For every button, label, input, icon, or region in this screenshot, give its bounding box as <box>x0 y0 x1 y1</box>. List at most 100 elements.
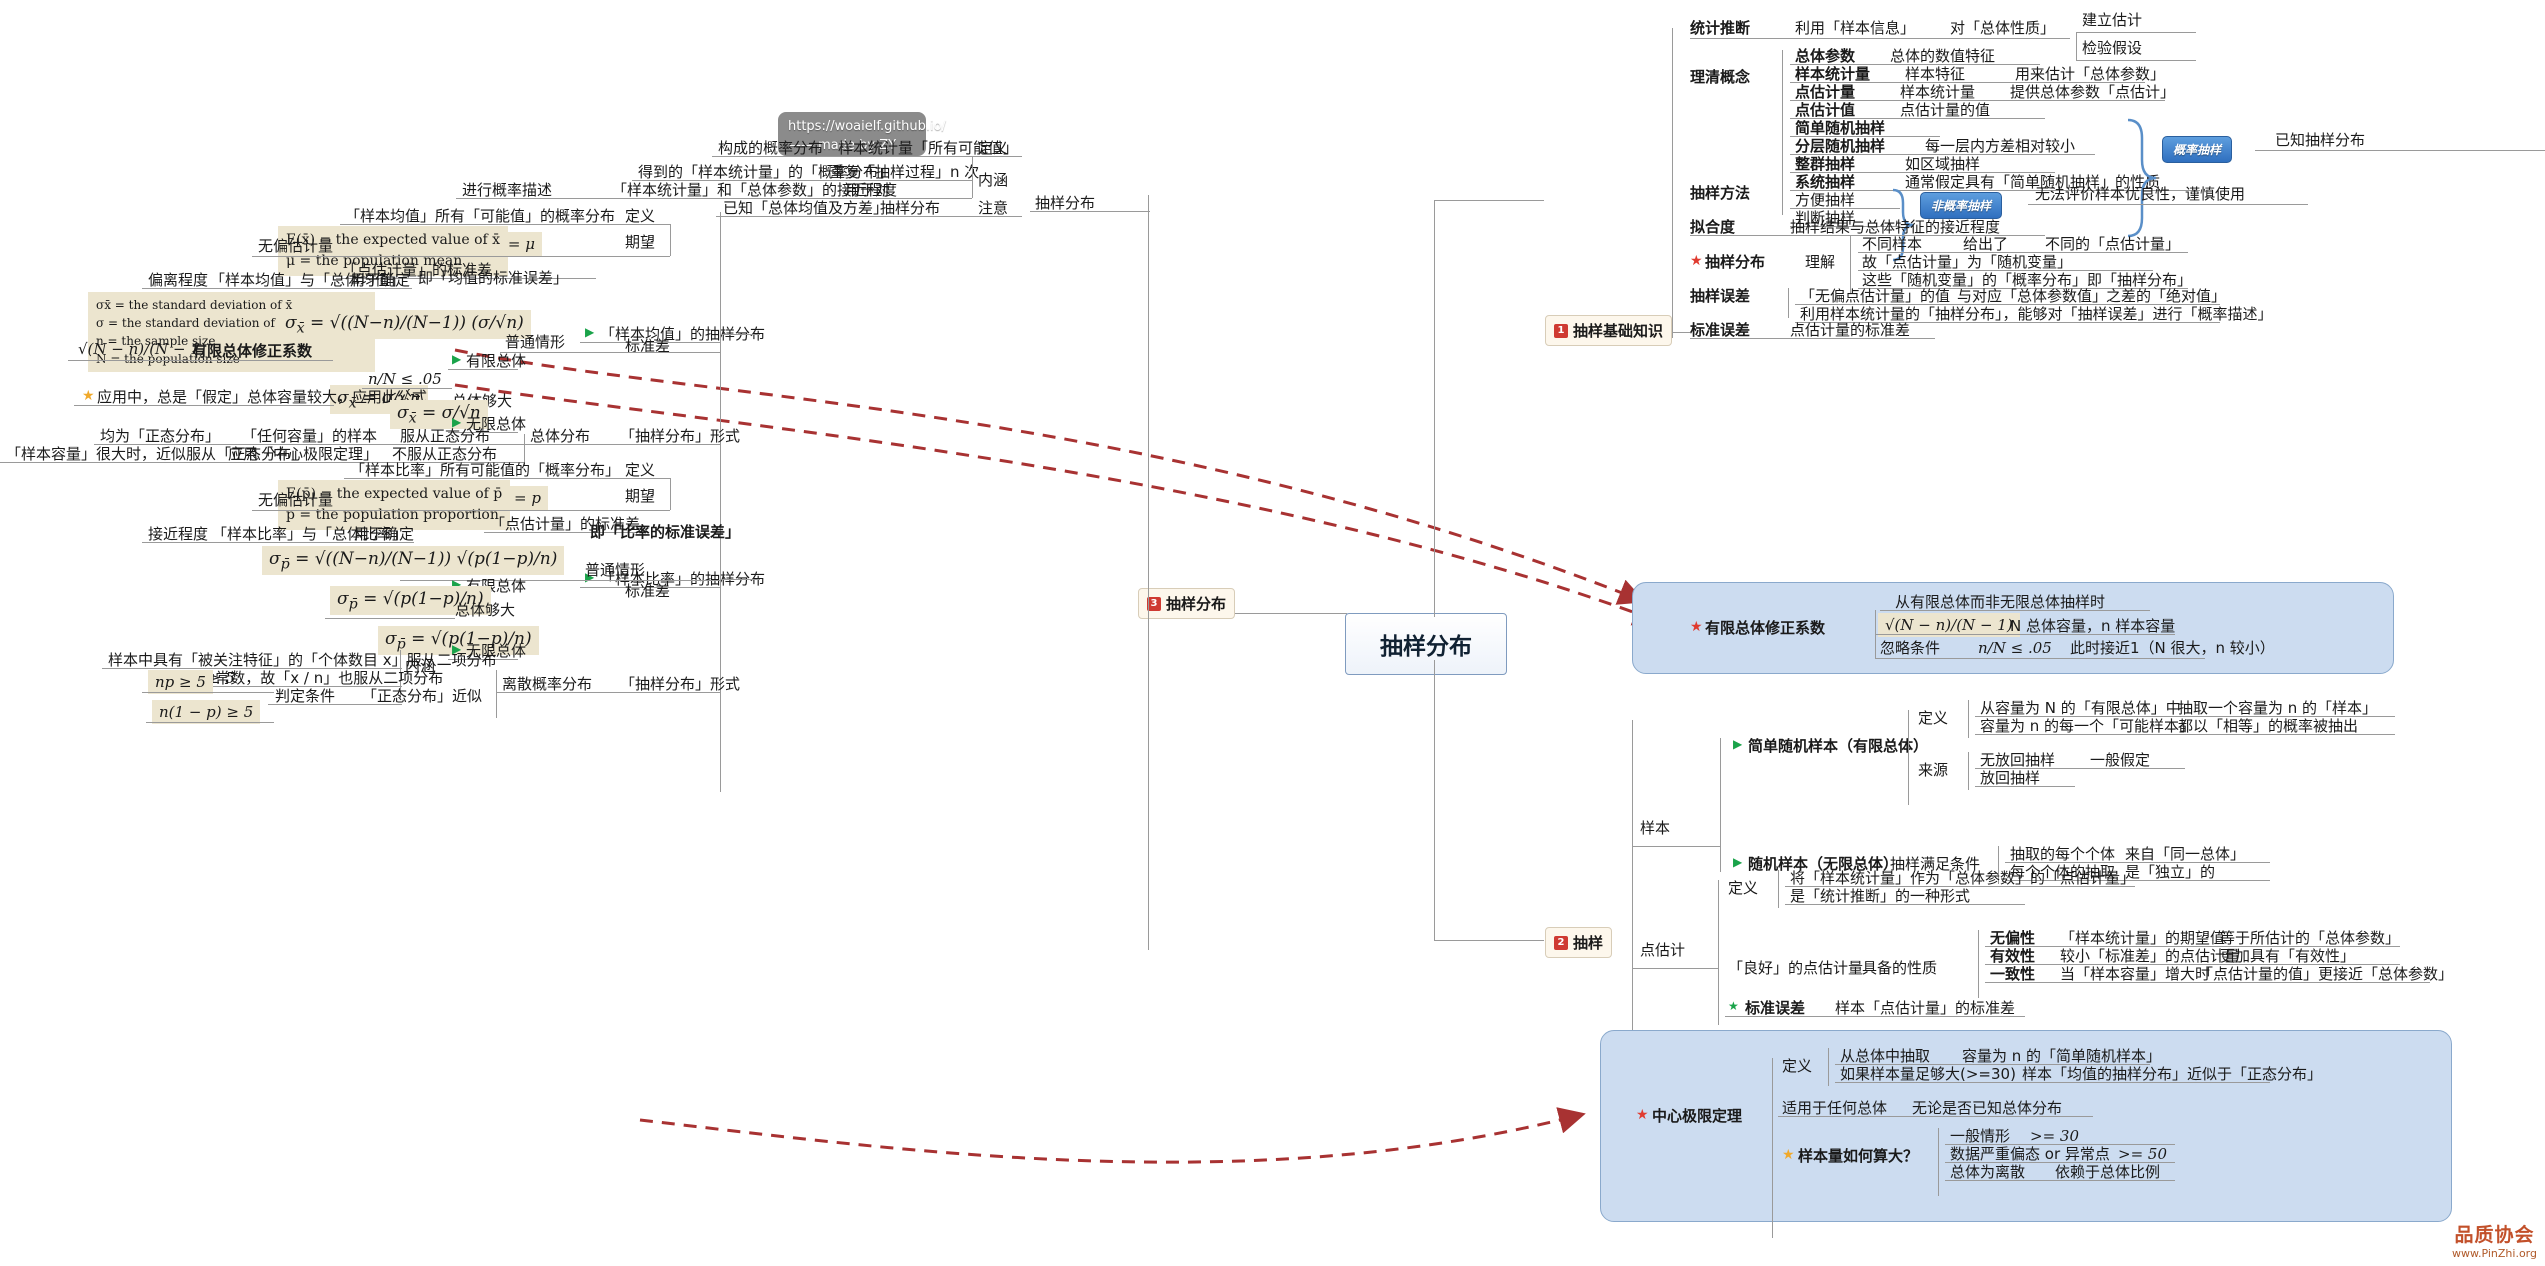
pill-nonprobability-sampling[interactable]: 非概率抽样 <box>1920 192 2003 219</box>
b1-cw-vline <box>1788 288 1789 318</box>
b2-clt-anypop-ul <box>1778 1116 2093 1117</box>
b1-lq-row3-v: 点估计量的值 <box>1900 101 1991 119</box>
b2-pe-def-label: 定义 <box>1728 879 1759 897</box>
b2-pe-p1b: 更加具有「有效性」 <box>2220 947 2356 965</box>
b3-prop-hl <box>720 579 760 580</box>
b2-clt-def0a: 从总体中抽取 <box>1840 1047 1931 1065</box>
b3-prop-shape-sub: 离散概率分布 <box>502 675 593 693</box>
b3-mean-fpc-label: 有限总体修正系数 <box>192 342 313 360</box>
b3-prop-shape-ul <box>496 692 720 693</box>
b2-pe-se-label: 标准误差 <box>1745 999 1806 1017</box>
b1-si-c2: 检验假设 <box>2082 39 2143 57</box>
pill-probability-sampling[interactable]: 概率抽样 <box>2162 136 2233 163</box>
b2-pe-vline <box>1718 880 1719 1025</box>
b2-pe-def0: 将「样本统计量」作为「总体参数」的「点估计量」 <box>1790 869 2136 887</box>
b2-pe-p1k: 有效性 <box>1990 947 2036 965</box>
b2-pe-p0k: 无偏性 <box>1990 929 2036 947</box>
b1-fpc-r2-ul <box>1875 658 2205 659</box>
b1-si-use: 利用「样本信息」 <box>1795 19 1916 37</box>
b2-clt-def0b: 容量为 n 的「简单随机样本」 <box>1962 1047 2162 1065</box>
watermark-url: https://woaielf.github.io/ <box>788 119 946 134</box>
b2-sr-def-label: 定义 <box>1918 709 1949 727</box>
b1-fpc-r0-ul <box>1880 610 2150 611</box>
b1-si-underline <box>1690 38 2070 39</box>
b3-sd-r2c: 进行概率描述 <box>462 181 553 199</box>
b3-sd-r3k: 注意 <box>978 199 1009 217</box>
b3-prop-sd-used2: 「样本比率」与「总体比率」 <box>212 525 408 543</box>
b2-clt-def1-ul <box>1835 1082 2270 1083</box>
star-icon-assume: ★ <box>82 388 95 404</box>
b1-prob-note: 已知抽样分布 <box>2275 131 2366 149</box>
b1-fpc-r1-ul <box>1875 634 2175 635</box>
triangle-icon-random-sample: ▶ <box>1733 855 1743 869</box>
b3-mean-fpc-formula: √(N − n)/(N − 1) <box>78 340 206 358</box>
b3-sd-r3-ul <box>716 216 1022 217</box>
b1-cf-row4-k: 方便抽样 <box>1795 191 1856 209</box>
b2-sr-src1a: 放回抽样 <box>1980 769 2041 787</box>
b2-sample-label: 样本 <box>1640 819 1671 837</box>
b3-sd-r0a: 样本统计量「所有可能值」 <box>838 139 1019 157</box>
topic-1-label: 抽样基础知识 <box>1573 322 1664 340</box>
b3-mean-starnote: 应用中，总是「假定」总体容量较大，应用此公式 <box>97 388 428 406</box>
topic-2-sampling[interactable]: 2 抽样 <box>1545 927 1613 958</box>
b1-nonprob-note-ul <box>2028 204 2308 205</box>
b2-simple-random-label: 简单随机样本（有限总体） <box>1748 737 1929 755</box>
b3-sd-r1b: 得到的「样本统计量」的「概率分布」 <box>638 163 894 181</box>
b3-mean-starnote-ul <box>74 405 334 406</box>
topic-3-sampling-distribution[interactable]: 3 抽样分布 <box>1138 588 1236 619</box>
topic-1-number: 1 <box>1554 323 1568 338</box>
b2-pe-good-label: 「良好」的点估计量 <box>1728 959 1864 977</box>
b1-cf-row1-v: 每一层内方差相对较小 <box>1925 137 2076 155</box>
topic-1-sampling-basics[interactable]: 1 抽样基础知识 <box>1545 315 1673 346</box>
center-node[interactable]: 抽样分布 <box>1345 613 1507 675</box>
b2-clt-big1a: 数据严重偏态 or 异常点 <box>1950 1145 2110 1163</box>
b2-clt-anypop: 适用于任何总体 <box>1782 1099 1888 1117</box>
b1-standard-error-label: 标准误差 <box>1690 321 1751 339</box>
b2-rnd-c1b: 是「独立」的 <box>2125 863 2216 881</box>
b3-mean-def-label: 定义 <box>625 207 656 225</box>
b1-trunk-tail <box>1672 332 1690 333</box>
b2-pe-se-value: 样本「点估计量」的标准差 <box>1835 999 2016 1017</box>
b3-prop-bigpop: 总体够大 <box>455 601 516 619</box>
b1-trunk <box>1672 28 1673 338</box>
b2-clt-big0a: 一般情形 <box>1950 1127 2011 1145</box>
site-logo-url: www.PinZhi.org <box>2452 1247 2537 1260</box>
b3-prop-unbiased-label: 无偏估计量 <box>258 491 334 509</box>
b1-cf-row3-k: 系统抽样 <box>1795 173 1856 191</box>
b1-cf-row1-k: 分层随机抽样 <box>1795 137 1886 155</box>
b3-sd-r3a: 抽样分布 <box>880 199 941 217</box>
b2-pe-p2k: 一致性 <box>1990 965 2036 983</box>
b2-pe-hline <box>1632 968 1718 969</box>
b1-cf-row2-k: 整群抽样 <box>1795 155 1856 173</box>
b3-prop-approx-ul <box>268 704 402 705</box>
b3-prop-sd-used-ul <box>142 542 414 543</box>
b2-sr-def0b: 抽取一个容量为 n 的「样本」 <box>2178 699 2378 717</box>
b3-prop-def-value: 「样本比率」所有可能值的「概率分布」 <box>350 461 621 479</box>
b3-mean-finite-ul <box>448 369 518 370</box>
spine-upper <box>1434 200 1435 617</box>
b3-prop-expect-vline <box>670 478 671 510</box>
b2-pe-good-sub: 具备的性质 <box>1862 959 1938 977</box>
b1-sampling-methods-label: 抽样方法 <box>1690 184 1751 202</box>
b1-cw-r0b: 与对应「总体参数值」 <box>1957 287 2108 305</box>
b3-sd-r0-ul <box>712 156 1022 157</box>
b3-mean-expect-label: 期望 <box>625 233 656 251</box>
b2-pe-p0a: 「样本统计量」的期望值 <box>2060 929 2226 947</box>
topic-2-number: 2 <box>1554 935 1568 950</box>
b2-sr-vline <box>1908 710 1909 805</box>
b2-pe-p1a: 较小「标准差」的点估计量 <box>2060 947 2241 965</box>
b1-si-c1: 建立估计 <box>2082 11 2143 29</box>
b3-mean-shape-label: 「抽样分布」形式 <box>620 427 741 445</box>
b3-prop-approx-row0: np ≥ 5 <box>148 670 213 694</box>
b2-pe-def-vline <box>1778 870 1779 908</box>
b3-prop-approx1-ul <box>146 722 274 723</box>
topic-2-label: 抽样 <box>1573 934 1604 952</box>
b3-sd-r0b: 构成的概率分布 <box>718 139 824 157</box>
b3-mean-fpc-ul <box>68 360 333 361</box>
spine-to-topic2 <box>1434 940 1544 941</box>
b1-si-c-join <box>2076 32 2077 60</box>
b3-prop-expect-label: 期望 <box>625 487 656 505</box>
b1-sampling-error-label: 抽样误差 <box>1690 287 1751 305</box>
b1-cfb-r1a: 故「点估计量」为「随机变量」 <box>1862 253 2073 271</box>
b1-lq-row1-k: 样本统计量 <box>1795 65 1871 83</box>
